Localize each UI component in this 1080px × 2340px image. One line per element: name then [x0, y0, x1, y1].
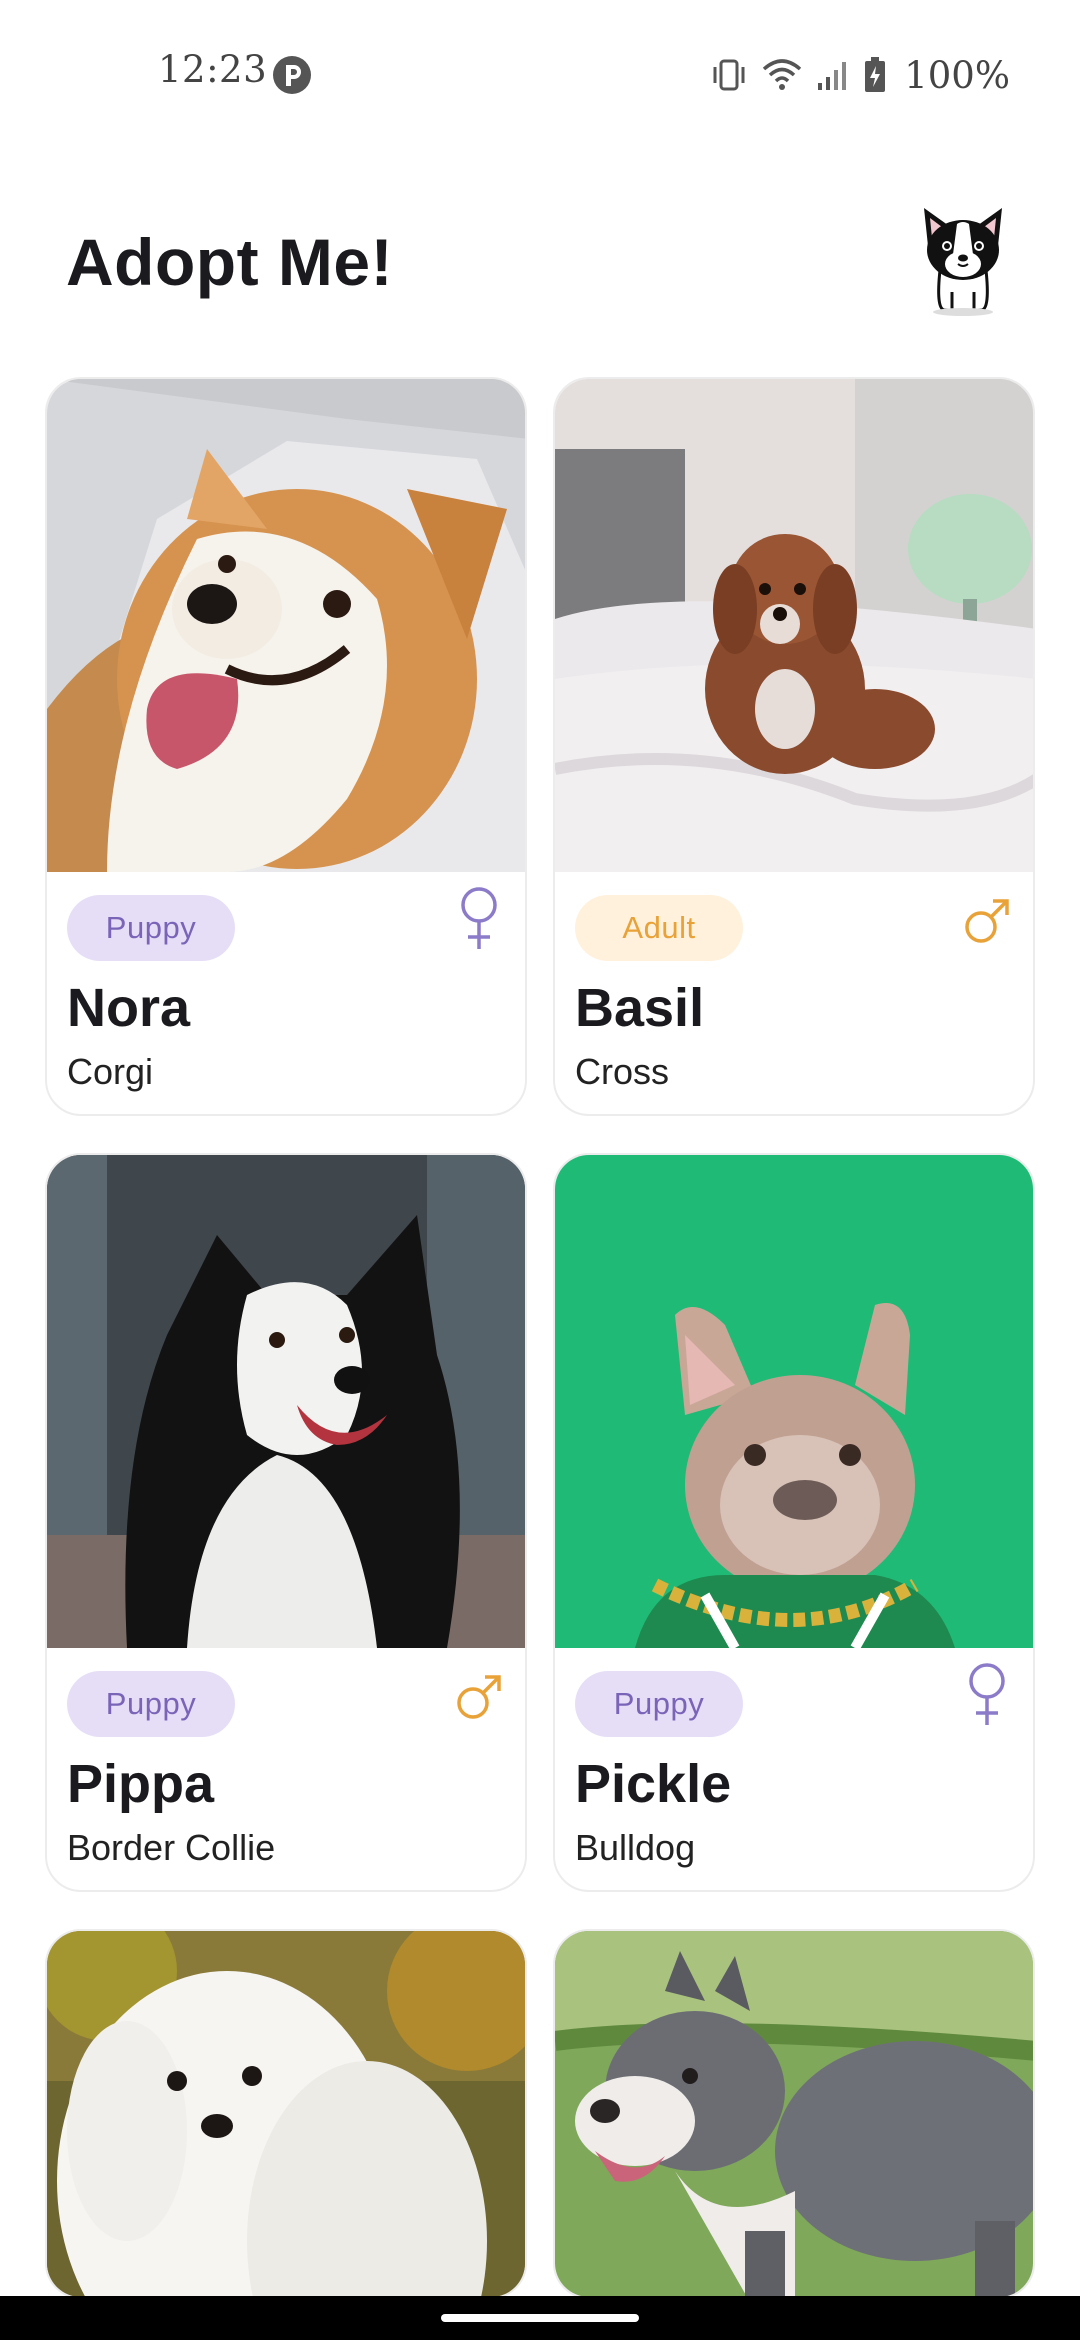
battery-percentage: 100% — [904, 53, 1010, 97]
status-time: 12:23 — [158, 48, 268, 91]
male-icon — [457, 1675, 501, 1719]
navigation-bar — [0, 2296, 1080, 2340]
pet-name: Nora — [67, 978, 191, 1038]
status-bar: 12:23 100% — [0, 0, 1080, 150]
female-icon — [461, 887, 497, 949]
pet-breed: Cross — [575, 1051, 670, 1092]
pet-breed: Corgi — [67, 1051, 154, 1092]
age-badge: Adult — [575, 895, 743, 961]
age-badge: Puppy — [67, 895, 235, 961]
pet-card[interactable]: Puppy Pickle Bulldog — [553, 1153, 1035, 1892]
pet-name: Pippa — [67, 1754, 215, 1814]
pet-name: Basil — [575, 978, 705, 1038]
pet-card[interactable]: Puppy Nora Corgi — [45, 377, 527, 1116]
vibrate-icon — [713, 59, 745, 91]
pet-card[interactable] — [45, 1929, 527, 2299]
pet-breed: Bulldog — [575, 1827, 696, 1868]
female-icon — [969, 1663, 1005, 1725]
dog-logo-icon[interactable] — [918, 200, 1008, 316]
page-title: Adopt Me! — [66, 225, 394, 299]
age-badge: Puppy — [575, 1671, 743, 1737]
pet-photo-cross — [555, 379, 1033, 872]
pet-grid: Puppy Nora Corgi Adult Basil Cross Puppy… — [45, 377, 1035, 2299]
pet-card[interactable]: Puppy Pippa Border Collie — [45, 1153, 527, 1892]
male-icon — [965, 899, 1009, 943]
pet-card[interactable] — [553, 1929, 1035, 2299]
pet-photo-bully — [555, 1931, 1033, 2297]
home-gesture-handle[interactable] — [441, 2314, 639, 2322]
pet-breed: Border Collie — [67, 1827, 276, 1868]
pet-card[interactable]: Adult Basil Cross — [553, 377, 1035, 1116]
pet-photo-maltese — [47, 1931, 525, 2297]
app-notification-icon — [273, 56, 311, 94]
pet-name: Pickle — [575, 1754, 732, 1814]
signal-icon — [818, 62, 847, 90]
status-icons: 100% — [710, 52, 1010, 98]
wifi-icon — [763, 59, 802, 90]
pet-photo-bulldog — [555, 1155, 1033, 1648]
age-badge: Puppy — [67, 1671, 235, 1737]
pet-photo-border-collie — [47, 1155, 525, 1648]
pet-photo-corgi — [47, 379, 525, 872]
battery-charging-icon — [865, 57, 886, 92]
